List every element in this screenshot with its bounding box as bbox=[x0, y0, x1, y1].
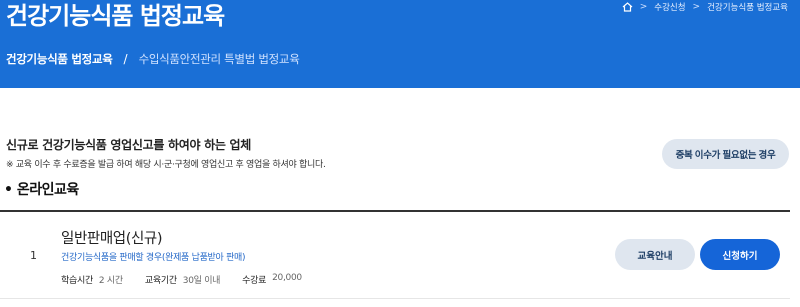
course-row: 1 일반판매업(신규) 건강기능식품을 판매할 경우(완제품 납품받아 판매) … bbox=[0, 212, 800, 299]
subnav-item-imported-food[interactable]: 수입식품안전관리 특별법 법정교육 bbox=[139, 51, 300, 67]
sub-navigation: 건강기능식품 법정교육 / 수입식품안전관리 특별법 법정교육 bbox=[6, 51, 300, 67]
subnav-separator: / bbox=[123, 52, 128, 66]
page-header: 건강기능식품 법정교육 > 수강신청 > 건강기능식품 법정교육 건강기능식품 … bbox=[0, 0, 800, 88]
period-label: 교육기간 bbox=[144, 276, 177, 286]
chevron-right-icon: > bbox=[692, 2, 701, 12]
subnav-item-health-food[interactable]: 건강기능식품 법정교육 bbox=[6, 51, 113, 67]
home-icon[interactable] bbox=[622, 2, 633, 12]
breadcrumb-item-enroll[interactable]: 수강신청 bbox=[654, 1, 685, 13]
notice-text: ※ 교육 이수 후 수료증을 발급 하여 해당 시·군·구청에 영업신고 후 영… bbox=[6, 160, 326, 170]
apply-button[interactable]: 신청하기 bbox=[700, 239, 780, 270]
period-value: 30일 이내 bbox=[182, 276, 221, 286]
section-heading: 신규로 건강기능식품 영업신고를 하여야 하는 업체 bbox=[6, 138, 251, 152]
course-title: 일반판매업(신규) bbox=[61, 231, 163, 247]
fee-label: 수강료 bbox=[242, 276, 267, 286]
course-description: 건강기능식품을 판매할 경우(완제품 납품받아 판매) bbox=[61, 253, 246, 263]
breadcrumb-item-current[interactable]: 건강기능식품 법정교육 bbox=[707, 1, 788, 13]
online-education-title: • 온라인교육 bbox=[4, 182, 79, 198]
fee-value: 20,000 bbox=[272, 273, 302, 283]
course-info-button[interactable]: 교육안내 bbox=[615, 239, 695, 270]
breadcrumb: > 수강신청 > 건강기능식품 법정교육 bbox=[622, 0, 788, 14]
course-meta: 학습시간 2 시간 교육기간 30일 이내 수강료 20,000 bbox=[61, 273, 302, 286]
course-number: 1 bbox=[30, 249, 37, 262]
hours-value: 2 시간 bbox=[98, 276, 123, 286]
hours-label: 학습시간 bbox=[61, 276, 93, 286]
row-divider bbox=[0, 298, 790, 299]
exempt-info-button[interactable]: 중복 이수가 필요없는 경우 bbox=[662, 139, 789, 169]
chevron-right-icon: > bbox=[639, 2, 648, 12]
page-title: 건강기능식품 법정교육 bbox=[6, 2, 225, 30]
